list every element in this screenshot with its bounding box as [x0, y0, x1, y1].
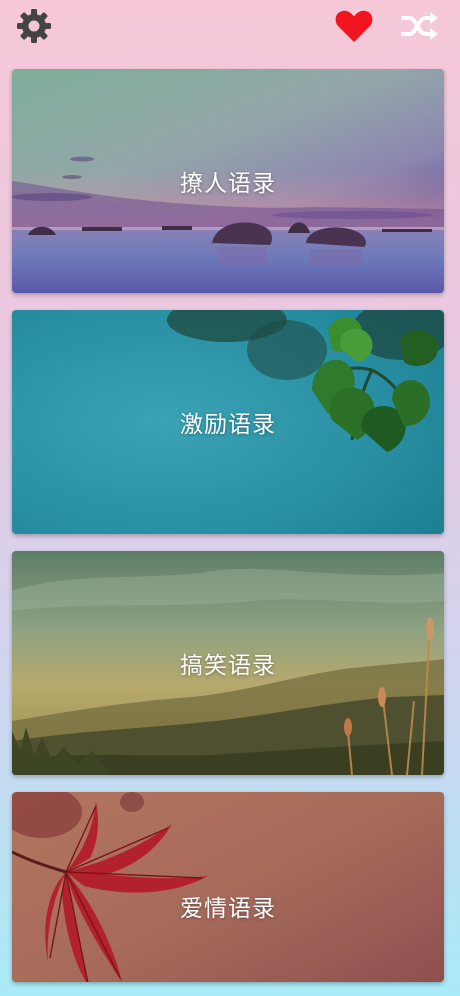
category-card-flirty[interactable]: 撩人语录: [12, 69, 444, 293]
settings-button[interactable]: [14, 6, 54, 46]
category-card-funny[interactable]: 搞笑语录: [12, 551, 444, 775]
gear-icon: [17, 9, 51, 43]
category-card-motivation[interactable]: 激励语录: [12, 310, 444, 534]
red-leaf-image: [12, 792, 444, 982]
shuffle-button[interactable]: [400, 6, 440, 46]
top-bar: [0, 0, 460, 56]
category-card-love[interactable]: 爱情语录: [12, 792, 444, 982]
category-title: 撩人语录: [180, 171, 276, 197]
favorites-button[interactable]: [334, 6, 374, 46]
category-title: 爱情语录: [180, 896, 276, 922]
heart-icon: [335, 10, 373, 42]
category-title: 激励语录: [180, 412, 276, 438]
shuffle-icon: [401, 12, 438, 40]
category-title: 搞笑语录: [180, 653, 276, 679]
category-list: 撩人语录 激励语录 搞笑语录 爱情语录: [12, 69, 444, 982]
